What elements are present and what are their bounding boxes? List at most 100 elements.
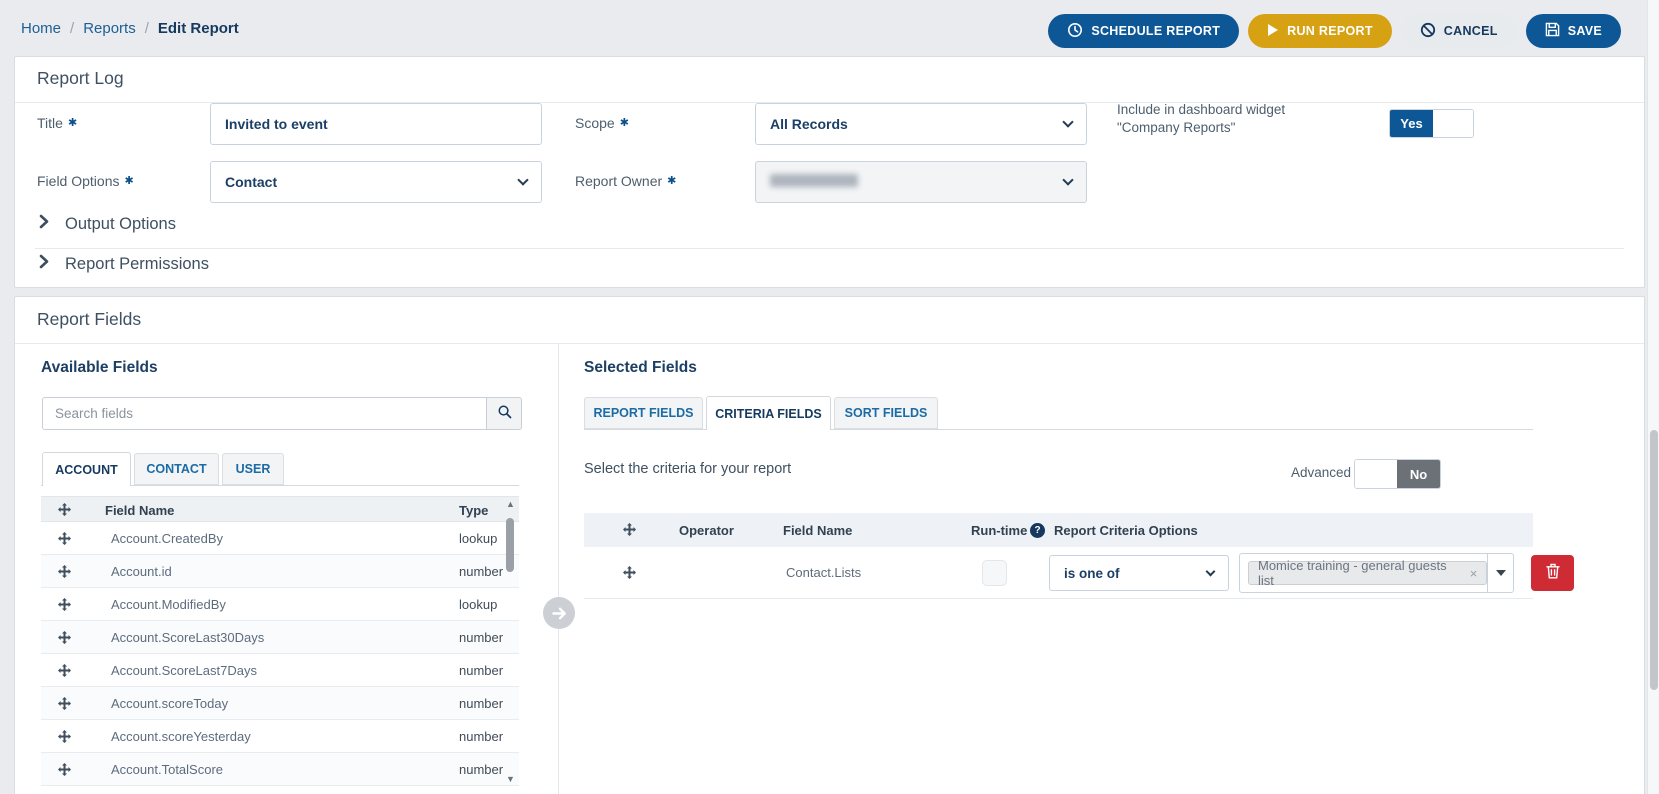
chevron-down-icon (1205, 566, 1216, 576)
move-icon[interactable] (58, 598, 71, 611)
panel-divider (558, 344, 559, 794)
delete-criteria-button[interactable] (1531, 555, 1574, 591)
field-name[interactable]: Account.ModifiedBy (111, 597, 226, 612)
title-label: Title ✱ (37, 115, 78, 131)
move-icon[interactable] (58, 565, 71, 578)
dashboard-widget-toggle[interactable]: Yes (1389, 109, 1474, 138)
move-icon[interactable] (623, 566, 636, 579)
scope-select[interactable]: All Records (755, 103, 1087, 145)
chevron-down-icon (1062, 116, 1074, 128)
move-icon (58, 503, 71, 516)
run-report-button[interactable]: RUN REPORT (1248, 14, 1392, 48)
fields-table-header: Field Name Type (41, 496, 519, 522)
save-icon (1545, 22, 1560, 40)
move-fields-right-button[interactable] (543, 597, 575, 629)
remove-tag-icon[interactable]: × (1470, 566, 1478, 581)
required-marker: ✱ (67, 117, 78, 129)
chevron-right-icon (39, 254, 49, 274)
selected-fields-heading: Selected Fields (584, 359, 697, 376)
run-report-label: RUN REPORT (1287, 24, 1373, 38)
criteria-table-header: Operator Field Name Run-time ? Report Cr… (584, 513, 1533, 547)
report-permissions-section[interactable]: Report Permissions (39, 254, 209, 274)
toggle-yes-segment[interactable]: Yes (1390, 110, 1433, 137)
criteria-value-tag: Momice training - general guests list × (1248, 558, 1488, 588)
run-time-column-header: Run-time (971, 523, 1028, 538)
chevron-right-icon (39, 214, 49, 234)
breadcrumb: Home / Reports / Edit Report (21, 20, 239, 37)
toggle-blank-segment[interactable] (1355, 460, 1397, 488)
window-scrollbar[interactable] (1647, 0, 1659, 794)
field-name[interactable]: Account.TotalScore (111, 762, 223, 777)
criteria-values-multiselect[interactable]: Momice training - general guests list × (1239, 553, 1514, 593)
breadcrumb-home[interactable]: Home (21, 20, 61, 37)
field-row[interactable]: Account.CreatedBy lookup (41, 522, 519, 555)
divider (15, 343, 1644, 344)
toggle-no-segment[interactable]: No (1397, 460, 1440, 488)
field-name[interactable]: Account.ScoreLast30Days (111, 630, 264, 645)
dashboard-widget-label: Include in dashboard widget "Company Rep… (1117, 102, 1286, 135)
help-icon[interactable]: ? (1030, 523, 1045, 538)
tab-user[interactable]: USER (222, 453, 284, 485)
output-options-section[interactable]: Output Options (39, 214, 176, 234)
move-icon[interactable] (58, 631, 71, 644)
move-icon[interactable] (58, 763, 71, 776)
field-name-column-header: Field Name (783, 523, 853, 538)
report-owner-redacted-value (770, 174, 1064, 190)
save-button[interactable]: SAVE (1525, 14, 1621, 48)
field-row[interactable]: Account.id number (41, 555, 519, 588)
field-row[interactable]: Account.ScoreLast30Days number (41, 621, 519, 654)
breadcrumb-current: Edit Report (157, 20, 239, 37)
search-button[interactable] (487, 397, 522, 430)
field-row[interactable]: Account.scoreToday number (41, 687, 519, 720)
report-fields-card: Report Fields Available Fields ACCOUNT C… (14, 296, 1645, 794)
scope-label: Scope ✱ (575, 115, 629, 131)
required-marker: ✱ (124, 175, 134, 187)
operator-column-header: Operator (679, 523, 734, 538)
field-row[interactable]: Account.TotalScore number (41, 753, 519, 786)
move-icon[interactable] (58, 730, 71, 743)
multiselect-dropdown-button[interactable] (1487, 554, 1513, 592)
move-icon[interactable] (58, 664, 71, 677)
move-icon[interactable] (58, 532, 71, 545)
operator-select[interactable]: is one of (1049, 555, 1229, 591)
field-row[interactable]: Account.scoreYesterday number (41, 720, 519, 753)
save-label: SAVE (1567, 24, 1602, 38)
toggle-blank-segment[interactable] (1433, 110, 1473, 137)
field-options-select[interactable]: Contact (210, 161, 542, 203)
clock-icon (1067, 22, 1083, 41)
advanced-toggle[interactable]: No (1354, 459, 1441, 489)
tab-contact[interactable]: CONTACT (134, 453, 219, 485)
field-name[interactable]: Account.scoreYesterday (111, 729, 251, 744)
page: Home / Reports / Edit Report SCHEDULE RE… (0, 0, 1659, 794)
scroll-down-icon[interactable]: ▼ (506, 775, 515, 784)
tab-report-fields[interactable]: REPORT FIELDS (584, 397, 703, 429)
run-time-checkbox[interactable] (982, 560, 1007, 586)
caret-down-icon (1495, 570, 1506, 576)
tab-account[interactable]: ACCOUNT (42, 452, 131, 486)
field-name[interactable]: Account.CreatedBy (111, 531, 223, 546)
tab-criteria-fields[interactable]: CRITERIA FIELDS (706, 396, 831, 430)
field-row[interactable]: Account.ScoreLast7Days number (41, 654, 519, 687)
move-icon[interactable] (58, 697, 71, 710)
report-owner-select[interactable] (755, 161, 1087, 203)
required-marker: ✱ (619, 117, 629, 129)
search-fields-input[interactable] (42, 397, 487, 430)
table-scrollbar-thumb[interactable] (506, 518, 514, 572)
field-name[interactable]: Account.ScoreLast7Days (111, 663, 257, 678)
operator-value: is one of (1064, 565, 1120, 581)
title-input[interactable] (210, 103, 542, 145)
field-type: number (459, 630, 504, 645)
report-log-heading: Report Log (37, 68, 124, 88)
breadcrumb-separator: / (70, 20, 75, 37)
field-row[interactable]: Account.ModifiedBy lookup (41, 588, 519, 621)
schedule-report-button[interactable]: SCHEDULE REPORT (1048, 14, 1240, 48)
play-icon (1267, 23, 1279, 40)
breadcrumb-reports[interactable]: Reports (83, 20, 136, 37)
field-name[interactable]: Account.scoreToday (111, 696, 228, 711)
required-marker: ✱ (667, 175, 677, 187)
scroll-up-icon[interactable]: ▲ (506, 500, 515, 509)
window-scrollbar-thumb[interactable] (1650, 430, 1658, 690)
tab-sort-fields[interactable]: SORT FIELDS (834, 397, 938, 429)
cancel-button[interactable]: CANCEL (1400, 14, 1517, 48)
field-name[interactable]: Account.id (111, 564, 172, 579)
